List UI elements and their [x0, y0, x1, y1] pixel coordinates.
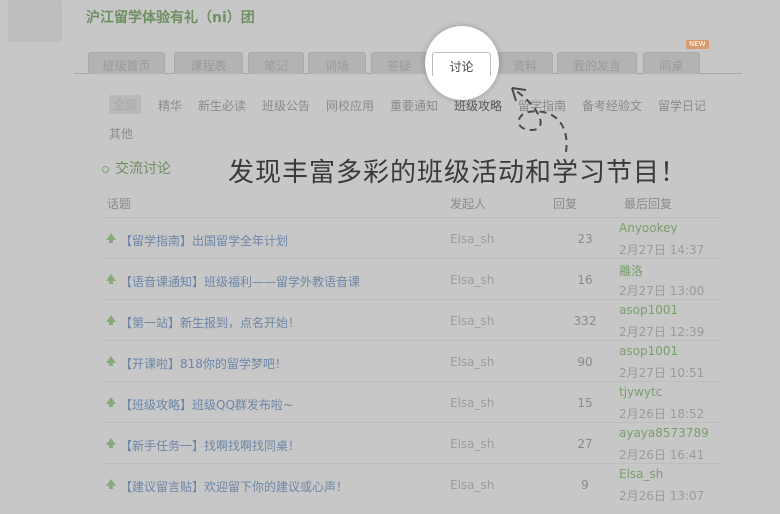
col-header-topic: 话题 [107, 197, 132, 211]
col-header-starter: 发起人 [450, 197, 487, 211]
category-other[interactable]: 其他 [109, 125, 133, 142]
starter-link[interactable]: Elsa_sh [450, 273, 494, 287]
last-reply-user[interactable]: Elsa_sh [619, 467, 663, 481]
col-header-last-reply: 最后回复 [624, 197, 673, 211]
sticky-arrow-icon [106, 274, 116, 284]
last-reply-user[interactable]: tjywytc [619, 385, 662, 399]
last-reply-user[interactable]: Anyookey [619, 221, 678, 235]
category-announcement[interactable]: 班级公告 [262, 97, 310, 114]
tab-vocab[interactable]: 词场 [308, 52, 366, 74]
tab-schedule[interactable]: 课程表 [174, 52, 243, 74]
tab-my-posts[interactable]: 我的发言 [557, 52, 637, 74]
topic-link[interactable]: 【第一站】新生报到，点名开始！ [120, 314, 300, 331]
tab-qa[interactable]: 答疑 [371, 52, 427, 74]
category-diary[interactable]: 留学日记 [658, 97, 706, 114]
category-apps[interactable]: 网校应用 [326, 97, 374, 114]
category-exam-experience[interactable]: 备考经验文 [582, 97, 642, 114]
row-divider [102, 422, 720, 423]
topic-link[interactable]: 【新手任务一】找啊找啊找同桌！ [120, 437, 300, 454]
topic-link[interactable]: 【班级攻略】班级QQ群发布啦~ [120, 396, 293, 413]
topic-link[interactable]: 【留学指南】出国留学全年计划 [120, 232, 288, 249]
reply-count: 9 [581, 478, 589, 492]
header-divider [102, 217, 720, 218]
reply-count: 15 [577, 396, 593, 410]
section-heading: 交流讨论 [102, 158, 171, 178]
section-title: 交流讨论 [115, 161, 171, 177]
row-divider [102, 463, 720, 464]
starter-link[interactable]: Elsa_sh [450, 478, 494, 492]
category-newbie[interactable]: 新生必读 [198, 97, 246, 114]
starter-link[interactable]: Elsa_sh [450, 355, 494, 369]
topic-link[interactable]: 【建议留言贴】欢迎留下你的建议或心声！ [120, 478, 348, 495]
last-reply-time: 2月26日 18:52 [619, 407, 705, 421]
reply-count: 27 [577, 437, 593, 451]
starter-link[interactable]: Elsa_sh [450, 232, 494, 246]
last-reply-user[interactable]: asop1001 [619, 303, 678, 317]
last-reply-user[interactable]: asop1001 [619, 344, 678, 358]
topic-link[interactable]: 【开课啦】818你的留学梦吧！ [120, 355, 287, 372]
sticky-arrow-icon [106, 479, 116, 489]
reply-count: 16 [577, 273, 593, 287]
last-reply-user[interactable]: ayaya8573789 [619, 426, 709, 440]
starter-link[interactable]: Elsa_sh [450, 314, 494, 328]
row-divider [102, 381, 720, 382]
bullet-icon [102, 165, 109, 173]
topic-link[interactable]: 【语音课通知】班级福利——留学外教语音课 [120, 273, 360, 290]
curved-arrow-icon [511, 87, 568, 153]
category-all[interactable]: 全部 [109, 95, 142, 114]
row-divider [102, 299, 720, 300]
sticky-arrow-icon [106, 233, 116, 243]
last-reply-time: 2月27日 10:51 [619, 366, 705, 380]
sticky-arrow-icon [106, 315, 116, 325]
page: 沪江留学体验有礼（ni）团 班级首页 课程表 笔记 词场 答疑 资料 我的发言 … [0, 0, 780, 514]
row-divider [102, 340, 720, 341]
tab-notes[interactable]: 笔记 [248, 52, 304, 74]
new-badge: NEW [686, 40, 709, 49]
tab-discussion[interactable]: 讨论 [432, 52, 491, 76]
last-reply-user[interactable]: 離洛 [619, 262, 643, 279]
category-featured[interactable]: 精华 [158, 97, 182, 114]
tab-resources[interactable]: 资料 [497, 52, 553, 74]
category-guide[interactable]: 班级攻略 [454, 97, 502, 114]
sticky-arrow-icon [106, 438, 116, 448]
last-reply-time: 2月27日 12:39 [619, 325, 705, 339]
starter-link[interactable]: Elsa_sh [450, 396, 494, 410]
reply-count: 332 [573, 314, 597, 328]
reply-count: 23 [577, 232, 593, 246]
sticky-arrow-icon [106, 356, 116, 366]
starter-link[interactable]: Elsa_sh [450, 437, 494, 451]
tab-deskmate[interactable]: 同桌 [643, 52, 700, 74]
col-header-replies: 回复 [553, 197, 578, 211]
reply-count: 90 [577, 355, 593, 369]
last-reply-time: 2月27日 13:00 [619, 284, 705, 298]
category-important[interactable]: 重要通知 [390, 97, 438, 114]
last-reply-time: 2月27日 14:37 [619, 243, 705, 257]
last-reply-time: 2月26日 16:41 [619, 448, 705, 462]
tab-class-home[interactable]: 班级首页 [88, 52, 165, 74]
class-title[interactable]: 沪江留学体验有礼（ni）团 [86, 7, 255, 27]
promo-headline: 发现丰富多彩的班级活动和学习节目！ [228, 158, 688, 188]
last-reply-time: 2月26日 13:07 [619, 489, 705, 503]
row-divider [102, 258, 720, 259]
avatar [8, 0, 62, 42]
sticky-arrow-icon [106, 397, 116, 407]
